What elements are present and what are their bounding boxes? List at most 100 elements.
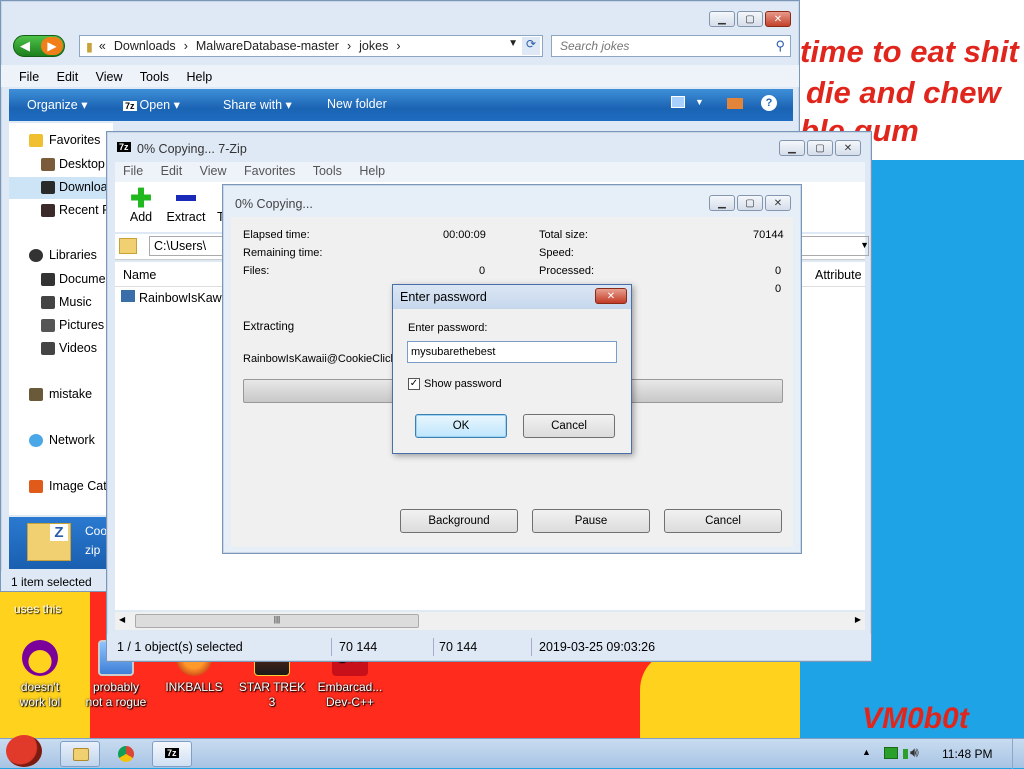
cancel-button[interactable]: Cancel — [664, 509, 782, 533]
list-item[interactable]: RainbowIsKawai — [121, 290, 231, 305]
taskbar-7zip-button[interactable]: 7z — [152, 741, 192, 767]
show-hidden-icons[interactable]: ▲ — [862, 747, 871, 757]
7zip-icon: 7z — [165, 748, 179, 758]
scrollbar-thumb[interactable]: ||| — [135, 614, 419, 628]
minimize-button[interactable]: ▁ — [779, 140, 805, 156]
column-header-name[interactable]: Name — [123, 268, 156, 282]
minimize-button[interactable]: ▁ — [709, 11, 735, 27]
background-button[interactable]: Background — [400, 509, 518, 533]
files-label: Files: — [243, 265, 270, 277]
recent-places-icon — [41, 204, 55, 217]
chevron-down-icon[interactable]: ▼ — [695, 97, 704, 107]
battery-icon[interactable] — [903, 749, 908, 759]
up-folder-icon[interactable] — [119, 238, 137, 254]
explorer-title-buttons: ▁ ▢ ✕ — [709, 11, 791, 27]
nav-desktop[interactable]: Desktop — [41, 157, 105, 171]
search-input[interactable] — [552, 36, 762, 56]
menu-tools[interactable]: Tools — [313, 164, 342, 178]
menu-file[interactable]: File — [123, 164, 143, 178]
show-password-checkbox[interactable]: ✓ — [408, 378, 420, 390]
add-button[interactable]: ✚ Add — [123, 185, 159, 224]
search-icon[interactable]: ⚲ — [775, 38, 785, 54]
back-forward-buttons[interactable]: ◀ ▶ — [13, 35, 65, 57]
menu-view[interactable]: View — [200, 164, 227, 178]
organize-button[interactable]: Organize ▾ — [27, 97, 87, 112]
address-bar[interactable]: ▮ « Downloads › MalwareDatabase-master ›… — [79, 35, 543, 57]
share-with-button[interactable]: Share with ▾ — [223, 97, 292, 112]
breadcrumb-jokes[interactable]: jokes — [359, 39, 388, 53]
menu-edit[interactable]: Edit — [57, 70, 79, 84]
zip-folder-icon: Z — [27, 523, 71, 561]
network-status-icon[interactable] — [884, 747, 898, 759]
menu-edit[interactable]: Edit — [161, 164, 183, 178]
pause-button[interactable]: Pause — [532, 509, 650, 533]
show-desktop-button[interactable] — [1012, 739, 1024, 769]
horizontal-scrollbar[interactable]: ◀ ||| ▶ — [115, 612, 865, 630]
open-button[interactable]: 7z Open ▾ — [123, 97, 180, 112]
nav-recent-places[interactable]: Recent P — [41, 203, 110, 217]
minimize-button[interactable]: ▁ — [709, 195, 735, 211]
scroll-right-icon[interactable]: ▶ — [855, 615, 861, 624]
nav-favorites[interactable]: Favorites — [29, 133, 100, 147]
explorer-toolbar: Organize ▾ 7z Open ▾ Share with ▾ New fol… — [9, 89, 793, 121]
maximize-button[interactable]: ▢ — [737, 195, 763, 211]
volume-icon[interactable]: 🔊︎ — [910, 744, 919, 761]
cancel-button[interactable]: Cancel — [523, 414, 615, 438]
details-pane: Z Coo zip — [9, 517, 113, 569]
taskbar-chrome-button[interactable] — [106, 741, 146, 767]
total-size-value: 70144 — [753, 229, 784, 241]
password-title: Enter password — [400, 290, 487, 304]
7zip-title: 0% Copying... 7-Zip — [137, 142, 247, 156]
menu-view[interactable]: View — [96, 70, 123, 84]
menu-help[interactable]: Help — [359, 164, 385, 178]
menu-favorites[interactable]: Favorites — [244, 164, 295, 178]
close-button[interactable]: ✕ — [835, 140, 861, 156]
close-button[interactable]: ✕ — [765, 195, 791, 211]
help-icon[interactable]: ? — [761, 95, 777, 111]
nav-libraries[interactable]: Libraries — [29, 248, 97, 262]
nav-pictures[interactable]: Pictures — [41, 318, 104, 332]
maximize-button[interactable]: ▢ — [807, 140, 833, 156]
desktop-icon-label: INKBALLS — [165, 680, 223, 694]
column-header-attributes[interactable]: Attribute — [815, 268, 862, 282]
show-password-label[interactable]: Show password — [424, 378, 502, 390]
nav-image-catalog[interactable]: Image Cat — [29, 479, 107, 493]
start-button[interactable] — [0, 731, 48, 769]
clock[interactable]: 11:48 PM — [942, 747, 992, 761]
view-icon[interactable] — [671, 96, 685, 108]
close-button[interactable]: ✕ — [595, 288, 627, 304]
chevron-down-icon[interactable]: ▼ — [508, 38, 518, 49]
ok-button[interactable]: OK — [415, 414, 507, 438]
breadcrumb-malwaredatabase[interactable]: MalwareDatabase-master — [196, 39, 339, 53]
extract-button[interactable]: Extract — [163, 186, 209, 224]
nav-documents[interactable]: Docume — [41, 272, 106, 286]
desktop-icon-label: not a rogue — [85, 695, 147, 709]
7zip-menubar: File Edit View Favorites Tools Help — [115, 162, 865, 182]
nav-videos[interactable]: Videos — [41, 341, 97, 355]
refresh-icon[interactable]: ⟳ — [522, 37, 540, 55]
nav-mistake[interactable]: mistake — [29, 387, 92, 401]
pictures-icon — [41, 319, 55, 332]
nav-music[interactable]: Music — [41, 295, 92, 309]
preview-pane-icon[interactable] — [727, 98, 743, 109]
7zip-status-bar: 1 / 1 object(s) selected 70 144 70 144 2… — [107, 634, 871, 660]
nav-network[interactable]: Network — [29, 433, 95, 447]
close-button[interactable]: ✕ — [765, 11, 791, 27]
maximize-button[interactable]: ▢ — [737, 11, 763, 27]
7zip-title-icon: 7z — [117, 142, 131, 152]
desktop-icon-yahoo[interactable]: doesn't work lol — [0, 640, 80, 710]
libraries-icon — [29, 249, 43, 262]
menu-tools[interactable]: Tools — [140, 70, 169, 84]
password-input[interactable] — [407, 341, 617, 363]
scroll-left-icon[interactable]: ◀ — [119, 615, 125, 624]
new-folder-button[interactable]: New folder — [327, 97, 387, 111]
path-text: C:\Users\ — [154, 239, 207, 253]
search-box[interactable]: ⚲ — [551, 35, 791, 57]
chevron-down-icon[interactable]: ▼ — [860, 240, 869, 250]
menu-help[interactable]: Help — [186, 70, 212, 84]
menu-file[interactable]: File — [19, 70, 39, 84]
taskbar-explorer-button[interactable] — [60, 741, 100, 767]
desktop-icon-label: doesn't — [20, 680, 60, 694]
progress-title: 0% Copying... — [235, 197, 313, 211]
breadcrumb-downloads[interactable]: Downloads — [114, 39, 176, 53]
